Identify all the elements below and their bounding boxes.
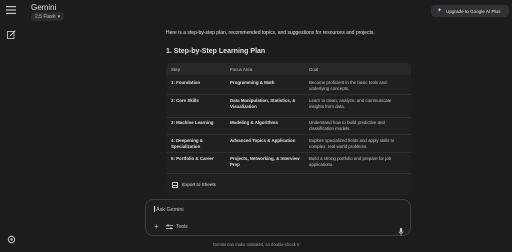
edit-icon[interactable] (5, 28, 17, 40)
model-selector[interactable]: 2.5 Flash ▾ (31, 12, 65, 21)
side-rail (0, 0, 22, 252)
export-label: Export to Sheets (182, 182, 216, 187)
cell-step: 1: Foundation (171, 80, 201, 85)
response-intro: Here is a step-by-step plan, recommended… (166, 30, 375, 36)
header-step: Step (171, 67, 181, 72)
export-to-sheets-button[interactable]: Export to Sheets (172, 179, 216, 190)
cell-focus: Advanced Topics & Application (230, 138, 296, 143)
section-heading: 1. Step-by-Step Learning Plan (166, 48, 266, 55)
cell-goal: Understand how to build predictive and c… (309, 120, 385, 131)
sheets-icon (172, 181, 178, 188)
cell-step: 2: Core Skills (171, 98, 199, 103)
cell-step: 3: Machine Learning (171, 120, 214, 125)
cell-goal: Explore specialized fields and apply ski… (309, 138, 395, 149)
row-divider (166, 134, 411, 135)
row-divider (166, 117, 411, 118)
prompt-composer[interactable]: Ask Gemini + Tools (145, 199, 411, 236)
tools-button[interactable]: Tools (166, 223, 188, 231)
upgrade-label: Upgrade to Google AI Plus (446, 8, 501, 14)
tools-icon (166, 224, 173, 230)
upgrade-button[interactable]: ✦ Upgrade to Google AI Plus (431, 5, 509, 17)
prompt-input[interactable]: Ask Gemini (154, 206, 184, 213)
cell-focus: Projects, Networking, & Interview Prep (230, 156, 300, 167)
cell-goal: Become proficient in the basic tools and… (309, 80, 387, 91)
row-divider (166, 94, 411, 95)
text-caret (154, 206, 155, 212)
model-label: 2.5 Flash (35, 13, 56, 20)
learning-plan-table: Step Focus Area Goal 1: Foundation Progr… (166, 63, 411, 195)
row-divider (166, 152, 411, 153)
app-title: Gemini (31, 3, 57, 12)
cell-step: 4: Deepening & Specialization (171, 138, 203, 149)
plus-icon[interactable]: + (154, 223, 159, 231)
disclaimer-text: Gemini can make mistakes, so double-chec… (212, 242, 300, 247)
tools-label: Tools (176, 224, 188, 230)
cell-goal: Learn to clean, analyze, and communicate… (309, 98, 392, 109)
header-focus-area: Focus Area (230, 67, 253, 72)
row-divider (166, 173, 411, 174)
cell-goal: Build a strong portfolio and prepare for… (309, 156, 392, 167)
menu-icon[interactable] (5, 4, 17, 16)
header-goal: Goal (309, 67, 319, 72)
cell-focus: Data Manipulation, Statistics, & Visuali… (230, 98, 296, 109)
chevron-down-icon: ▾ (57, 13, 61, 20)
table-header: Step Focus Area Goal (166, 63, 411, 75)
cell-focus: Programming & Math (230, 80, 275, 85)
cell-step: 5: Portfolio & Career (171, 156, 214, 161)
mic-icon[interactable] (398, 223, 404, 236)
cell-focus: Modeling & Algorithms (230, 120, 278, 125)
sparkle-icon: ✦ (437, 8, 443, 14)
prompt-placeholder: Ask Gemini (156, 207, 184, 213)
